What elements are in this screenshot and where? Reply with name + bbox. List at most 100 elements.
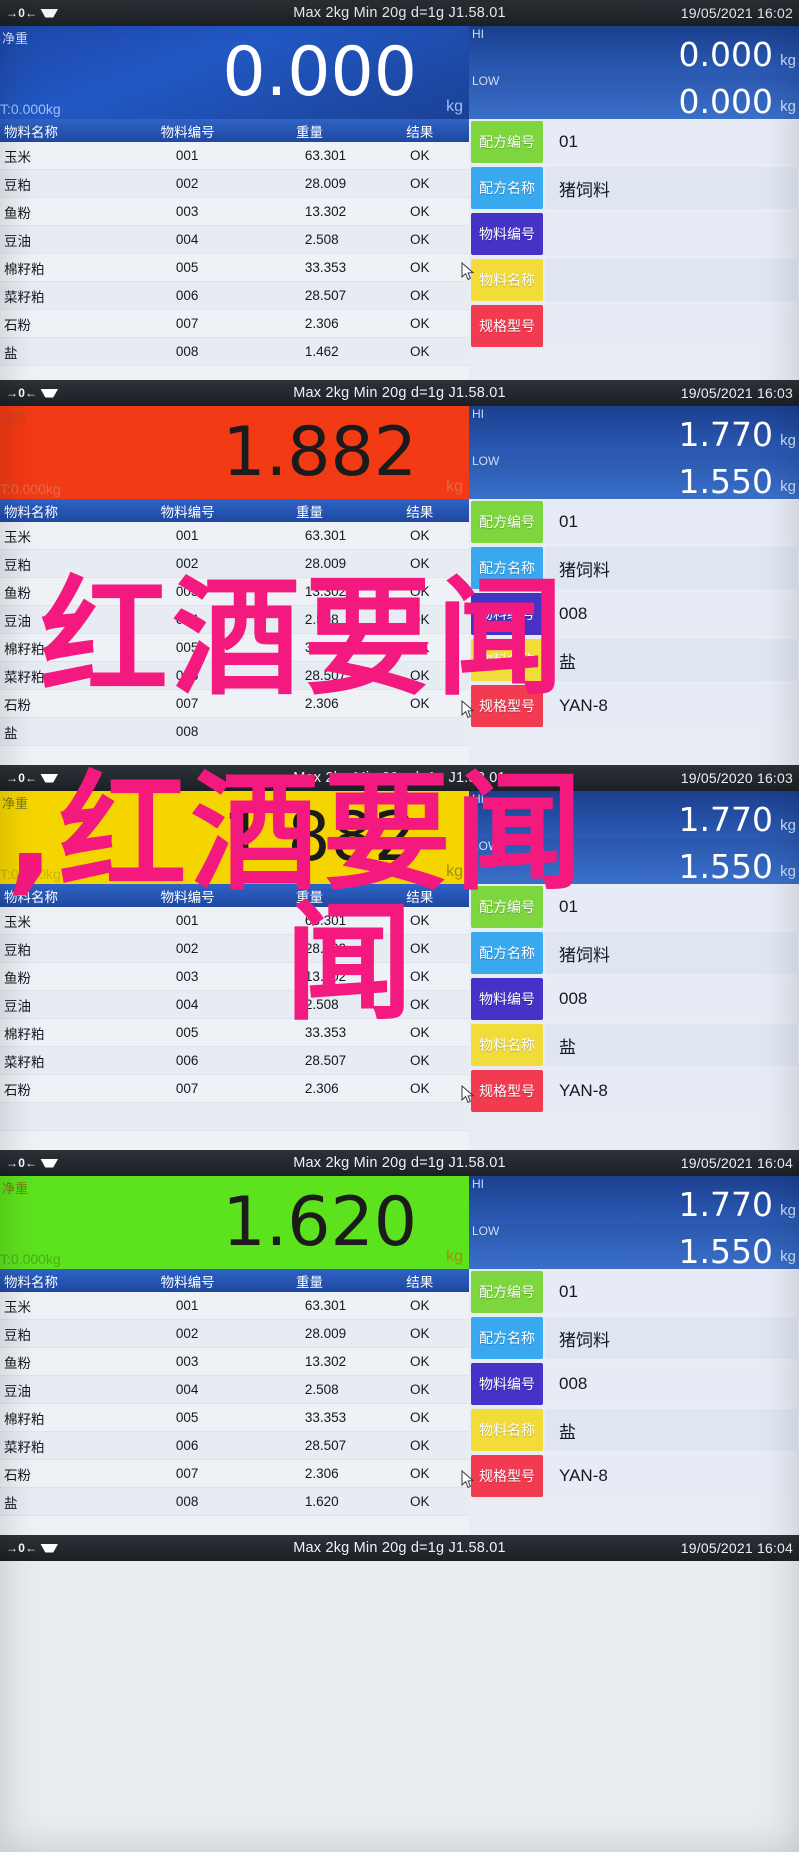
form-key-1[interactable]: 配方名称 [471, 1317, 543, 1359]
cell-code: 001 [126, 1292, 249, 1320]
form-key-2[interactable]: 物料编号 [471, 978, 543, 1020]
form-value-0[interactable]: 01 [545, 501, 797, 543]
form-key-2[interactable]: 物料编号 [471, 213, 543, 255]
form-key-2[interactable]: 物料编号 [471, 1363, 543, 1405]
table-row[interactable]: 棉籽粕 005 33.353 OK [0, 1403, 469, 1432]
table-row[interactable]: 菜籽粕 006 28.507 OK [0, 1046, 469, 1075]
table-row[interactable]: 菜籽粕 006 28.507 OK [0, 281, 469, 310]
table-row[interactable]: 鱼粉 003 13.302 OK [0, 197, 469, 226]
table-row[interactable]: 棉籽粕 005 33.353 OK [0, 253, 469, 282]
table-row[interactable]: 鱼粉 003 13.302 OK [0, 962, 469, 991]
table-row[interactable] [0, 1102, 469, 1131]
weight-display: 净重 T:0.000kg 1.882 kg HI 1.770 kg LOW 1.550 kg [0, 791, 799, 885]
table-row[interactable]: 盐 008 1.620 OK [0, 1487, 469, 1516]
cell-name: 鱼粉 [0, 197, 127, 226]
form-key-4[interactable]: 规格型号 [471, 1070, 543, 1112]
form-value-3[interactable] [545, 259, 797, 301]
form-key-3[interactable]: 物料名称 [471, 639, 543, 681]
table-row[interactable]: 石粉 007 2.306 OK [0, 1074, 469, 1103]
table-row[interactable]: 菜籽粕 006 28.507 OK [0, 661, 469, 690]
form-row: 规格型号 [469, 303, 799, 349]
form-value-4[interactable]: YAN-8 [545, 1455, 797, 1497]
cell-code: 004 [126, 225, 249, 254]
form-key-3[interactable]: 物料名称 [471, 259, 543, 301]
form-value-3[interactable]: 盐 [545, 639, 797, 681]
table-row[interactable]: 豆油 004 2.508 OK [0, 990, 469, 1019]
cell-code: 008 [126, 717, 249, 746]
net-weight-unit: kg [446, 98, 463, 115]
form-row: 配方编号 01 [469, 499, 799, 545]
table-row[interactable]: 盐 008 1.462 OK [0, 337, 469, 366]
cell-result: OK [370, 1403, 469, 1432]
table-row[interactable]: 玉米 001 63.301 OK [0, 522, 469, 550]
form-key-2[interactable]: 物料编号 [471, 593, 543, 635]
table-row[interactable]: 豆粕 002 28.009 OK [0, 549, 469, 578]
table-row[interactable]: 豆粕 002 28.009 OK [0, 934, 469, 963]
form-value-4[interactable]: YAN-8 [545, 685, 797, 727]
table-header-col-result: 结果 [370, 119, 469, 142]
form-value-1[interactable]: 猪饲料 [545, 1317, 797, 1359]
table-row[interactable]: 玉米 001 63.301 OK [0, 142, 469, 170]
table-row[interactable]: 鱼粉 003 13.302 OK [0, 1347, 469, 1376]
table-row[interactable]: 豆粕 002 28.009 OK [0, 169, 469, 198]
table-row[interactable]: 棉籽粕 005 33.353 OK [0, 1018, 469, 1047]
table-row[interactable]: 棉籽粕 005 33.353 OK [0, 633, 469, 662]
form-key-0[interactable]: 配方编号 [471, 1271, 543, 1313]
table-row[interactable]: 豆粕 002 28.009 OK [0, 1319, 469, 1348]
form-value-3[interactable]: 盐 [545, 1409, 797, 1451]
table-row[interactable]: 菜籽粕 006 28.507 OK [0, 1431, 469, 1460]
cell-name: 棉籽粕 [0, 253, 127, 282]
low-limit-unit: kg [780, 1248, 796, 1265]
form-value-4[interactable] [545, 305, 797, 347]
form-value-4[interactable]: YAN-8 [545, 1070, 797, 1112]
table-row[interactable]: 鱼粉 003 13.302 OK [0, 577, 469, 606]
table-row[interactable]: 石粉 007 2.306 OK [0, 309, 469, 338]
device-spec-label: Max 2kg Min 20g d=1g J1.58.01 [293, 770, 506, 786]
form-value-2[interactable] [545, 213, 797, 255]
form-value-0[interactable]: 01 [545, 1271, 797, 1313]
cell-result: OK [370, 1459, 469, 1488]
table-row[interactable]: 玉米 001 63.301 OK [0, 1292, 469, 1320]
form-key-0[interactable]: 配方编号 [471, 121, 543, 163]
form-value-3[interactable]: 盐 [545, 1024, 797, 1066]
device-spec-label: Max 2kg Min 20g d=1g J1.58.01 [293, 5, 506, 21]
form-key-1[interactable]: 配方名称 [471, 932, 543, 974]
form-key-3[interactable]: 物料名称 [471, 1409, 543, 1451]
form-key-4[interactable]: 规格型号 [471, 305, 543, 347]
table-row[interactable]: 豆油 004 2.508 OK [0, 1375, 469, 1404]
form-row: 物料名称盐 [469, 1022, 799, 1068]
table-row[interactable]: 石粉 007 2.306 OK [0, 1459, 469, 1488]
form-value-1[interactable]: 猪饲料 [545, 547, 797, 589]
form-value-0[interactable]: 01 [545, 121, 797, 163]
form-key-4[interactable]: 规格型号 [471, 685, 543, 727]
table-row[interactable]: 豆油 004 2.508 OK [0, 605, 469, 634]
net-weight-display: 净重 T:0.000kg 0.000 kg [0, 26, 469, 119]
cell-result: OK [370, 309, 469, 338]
form-key-0[interactable]: 配方编号 [471, 886, 543, 928]
cell-weight: 33.353 [248, 1018, 371, 1047]
cell-weight: 63.301 [248, 522, 371, 550]
table-row[interactable]: 盐 008 [0, 717, 469, 746]
form-value-2[interactable]: 008 [545, 593, 797, 635]
status-bar: →0← Max 2kg Min 20g d=1g J1.58.01 19/05/20… [0, 1535, 799, 1561]
cell-name: 棉籽粕 [0, 633, 127, 662]
table-row[interactable]: 玉米 001 63.301 OK [0, 907, 469, 935]
table-row[interactable]: 豆油 004 2.508 OK [0, 225, 469, 254]
form-key-0[interactable]: 配方编号 [471, 501, 543, 543]
form-value-0[interactable]: 01 [545, 886, 797, 928]
form-key-1[interactable]: 配方名称 [471, 547, 543, 589]
cell-code: 004 [126, 990, 249, 1019]
table-header-col-weight: 重量 [248, 119, 371, 142]
form-key-4[interactable]: 规格型号 [471, 1455, 543, 1497]
form-value-1[interactable]: 猪饲料 [545, 167, 797, 209]
form-value-2[interactable]: 008 [545, 1363, 797, 1405]
form-value-1[interactable]: 猪饲料 [545, 932, 797, 974]
table-row[interactable]: 石粉 007 2.306 OK [0, 689, 469, 718]
form-key-3[interactable]: 物料名称 [471, 1024, 543, 1066]
cell-code: 006 [126, 1046, 249, 1075]
cell-name: 石粉 [0, 309, 127, 338]
table-header-row: 物料名称 物料编号 重量 结果 [0, 119, 469, 142]
form-value-2[interactable]: 008 [545, 978, 797, 1020]
low-limit-unit: kg [780, 863, 796, 880]
form-key-1[interactable]: 配方名称 [471, 167, 543, 209]
